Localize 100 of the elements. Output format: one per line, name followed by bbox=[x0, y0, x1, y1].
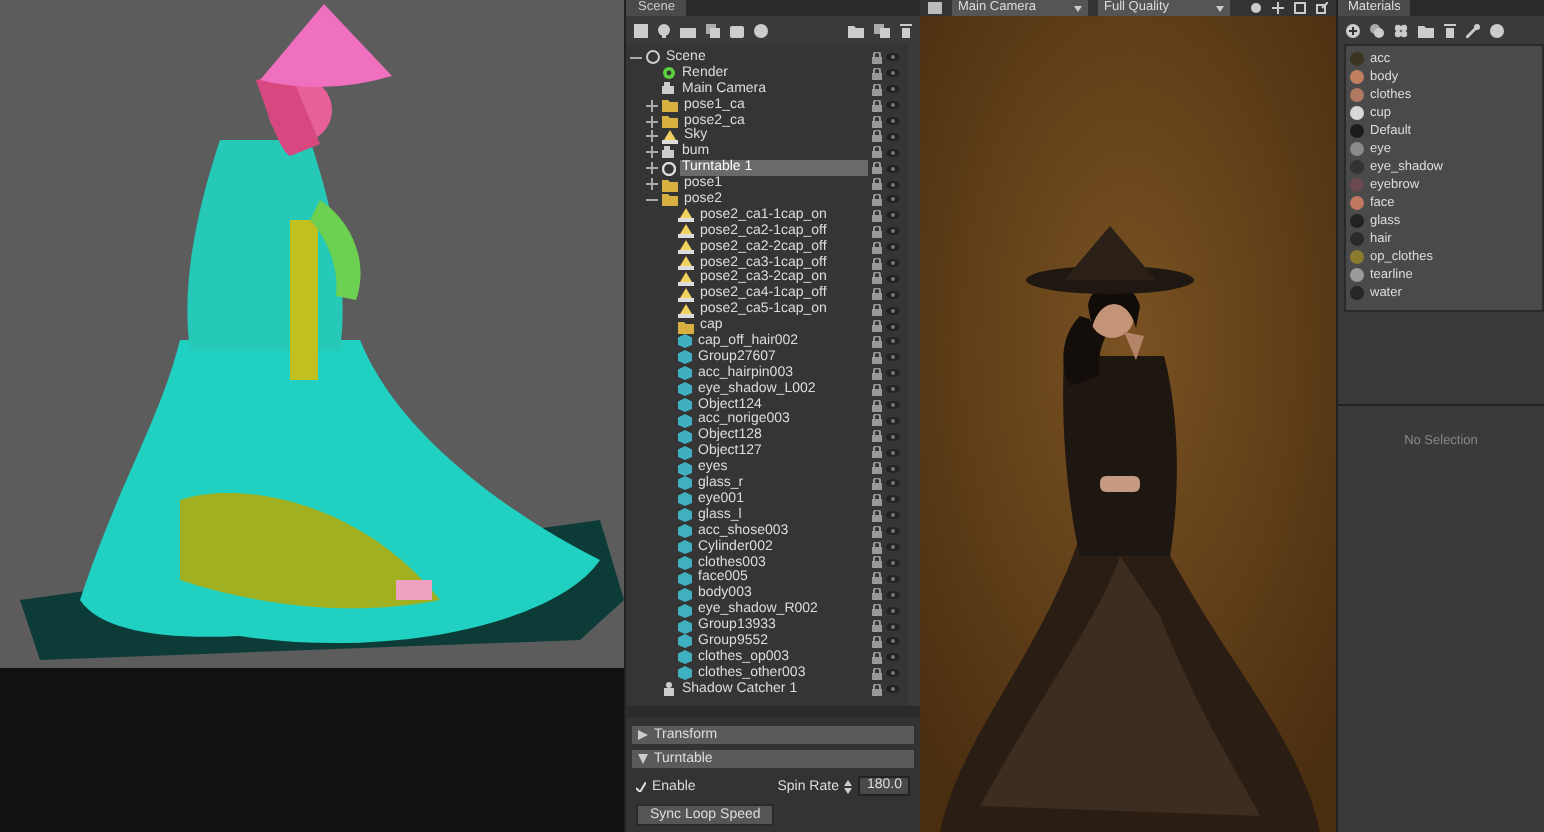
spheres-icon[interactable] bbox=[1394, 23, 1408, 37]
folder-icon[interactable] bbox=[1418, 23, 1434, 37]
lock-icon[interactable] bbox=[872, 620, 882, 632]
eye-icon[interactable] bbox=[886, 400, 900, 411]
eye-icon[interactable] bbox=[886, 589, 900, 600]
eye-icon[interactable] bbox=[886, 668, 900, 679]
sphere-icon[interactable] bbox=[754, 23, 768, 37]
expand-toggle[interactable] bbox=[646, 162, 658, 175]
bulb-icon[interactable] bbox=[658, 23, 670, 37]
lock-icon[interactable] bbox=[872, 509, 882, 522]
layers-icon[interactable] bbox=[706, 23, 720, 37]
window-icon[interactable] bbox=[1294, 2, 1306, 14]
expand-toggle[interactable] bbox=[646, 130, 658, 143]
check-icon[interactable] bbox=[636, 781, 646, 791]
eye-icon[interactable] bbox=[886, 289, 900, 300]
add-icon[interactable] bbox=[1346, 23, 1360, 37]
eye-icon[interactable] bbox=[886, 368, 900, 379]
popout-icon[interactable] bbox=[1316, 2, 1328, 14]
eye-icon[interactable] bbox=[886, 510, 900, 521]
eye-icon[interactable] bbox=[886, 621, 900, 631]
lock-icon[interactable] bbox=[872, 99, 882, 112]
eye-icon[interactable] bbox=[886, 116, 900, 126]
expand-toggle[interactable] bbox=[646, 146, 658, 159]
lock-icon[interactable] bbox=[872, 572, 882, 585]
lock-icon[interactable] bbox=[872, 399, 882, 412]
lock-icon[interactable] bbox=[872, 193, 882, 206]
lock-icon[interactable] bbox=[872, 493, 882, 506]
eye-icon[interactable] bbox=[886, 131, 900, 142]
lock-icon[interactable] bbox=[872, 446, 882, 459]
sphere-icon[interactable] bbox=[1490, 23, 1504, 37]
folder-icon[interactable] bbox=[848, 23, 864, 37]
eye-icon[interactable] bbox=[886, 68, 900, 79]
expand-toggle[interactable] bbox=[646, 99, 658, 112]
lock-icon[interactable] bbox=[872, 130, 882, 143]
lock-icon[interactable] bbox=[872, 146, 882, 159]
lock-icon[interactable] bbox=[872, 477, 882, 490]
box-icon[interactable] bbox=[730, 23, 744, 37]
expand-toggle[interactable] bbox=[630, 51, 642, 64]
eye-icon[interactable] bbox=[886, 431, 900, 442]
lock-icon[interactable] bbox=[872, 667, 882, 680]
lock-icon[interactable] bbox=[872, 351, 882, 364]
eye-icon[interactable] bbox=[886, 463, 900, 474]
eye-icon[interactable] bbox=[886, 652, 900, 663]
eye-icon[interactable] bbox=[886, 684, 900, 695]
lock-icon[interactable] bbox=[872, 115, 882, 127]
duplicate-icon[interactable] bbox=[1370, 23, 1384, 37]
eye-icon[interactable] bbox=[886, 226, 900, 237]
spinner-icon[interactable] bbox=[844, 779, 853, 793]
lock-icon[interactable] bbox=[872, 588, 882, 601]
move-icon[interactable] bbox=[1272, 2, 1284, 14]
trash-icon[interactable] bbox=[900, 23, 912, 37]
eye-icon[interactable] bbox=[886, 352, 900, 363]
lock-icon[interactable] bbox=[872, 272, 882, 285]
eye-icon[interactable] bbox=[886, 336, 900, 347]
lock-icon[interactable] bbox=[872, 430, 882, 443]
lock-icon[interactable] bbox=[872, 462, 882, 475]
eye-icon[interactable] bbox=[886, 321, 900, 332]
eye-icon[interactable] bbox=[886, 273, 900, 284]
lock-icon[interactable] bbox=[872, 651, 882, 664]
eye-icon[interactable] bbox=[886, 210, 900, 221]
lock-icon[interactable] bbox=[872, 335, 882, 348]
lock-icon[interactable] bbox=[872, 367, 882, 380]
eye-icon[interactable] bbox=[886, 415, 900, 426]
eye-icon[interactable] bbox=[886, 542, 900, 553]
eye-icon[interactable] bbox=[886, 605, 900, 616]
lock-icon[interactable] bbox=[872, 541, 882, 554]
eye-icon[interactable] bbox=[886, 147, 900, 158]
eye-icon[interactable] bbox=[886, 100, 900, 111]
trash-icon[interactable] bbox=[1444, 23, 1456, 37]
eye-icon[interactable] bbox=[886, 526, 900, 537]
eye-icon[interactable] bbox=[886, 194, 900, 205]
lock-icon[interactable] bbox=[872, 556, 882, 569]
eye-icon[interactable] bbox=[886, 384, 900, 395]
copy-icon[interactable] bbox=[874, 23, 890, 37]
eye-icon[interactable] bbox=[886, 179, 900, 190]
lock-icon[interactable] bbox=[872, 635, 882, 648]
eye-icon[interactable] bbox=[886, 494, 900, 505]
lock-icon[interactable] bbox=[872, 67, 882, 80]
lock-icon[interactable] bbox=[872, 241, 882, 254]
lock-icon[interactable] bbox=[872, 414, 882, 427]
lock-icon[interactable] bbox=[872, 288, 882, 301]
eye-icon[interactable] bbox=[886, 478, 900, 489]
lock-icon[interactable] bbox=[872, 320, 882, 333]
lock-icon[interactable] bbox=[872, 209, 882, 222]
lock-icon[interactable] bbox=[872, 604, 882, 617]
eye-icon[interactable] bbox=[886, 84, 900, 95]
lock-icon[interactable] bbox=[872, 162, 882, 175]
lock-icon[interactable] bbox=[872, 683, 882, 696]
expand-toggle[interactable] bbox=[646, 178, 658, 191]
eye-icon[interactable] bbox=[886, 242, 900, 253]
lock-icon[interactable] bbox=[872, 178, 882, 191]
eye-icon[interactable] bbox=[886, 447, 900, 458]
lock-icon[interactable] bbox=[872, 225, 882, 238]
eye-icon[interactable] bbox=[886, 52, 900, 63]
expand-toggle[interactable] bbox=[646, 115, 658, 127]
lock-icon[interactable] bbox=[872, 83, 882, 96]
dropper-icon[interactable] bbox=[1466, 23, 1480, 37]
lock-icon[interactable] bbox=[872, 51, 882, 64]
eye-icon[interactable] bbox=[886, 258, 900, 269]
lock-icon[interactable] bbox=[872, 383, 882, 396]
